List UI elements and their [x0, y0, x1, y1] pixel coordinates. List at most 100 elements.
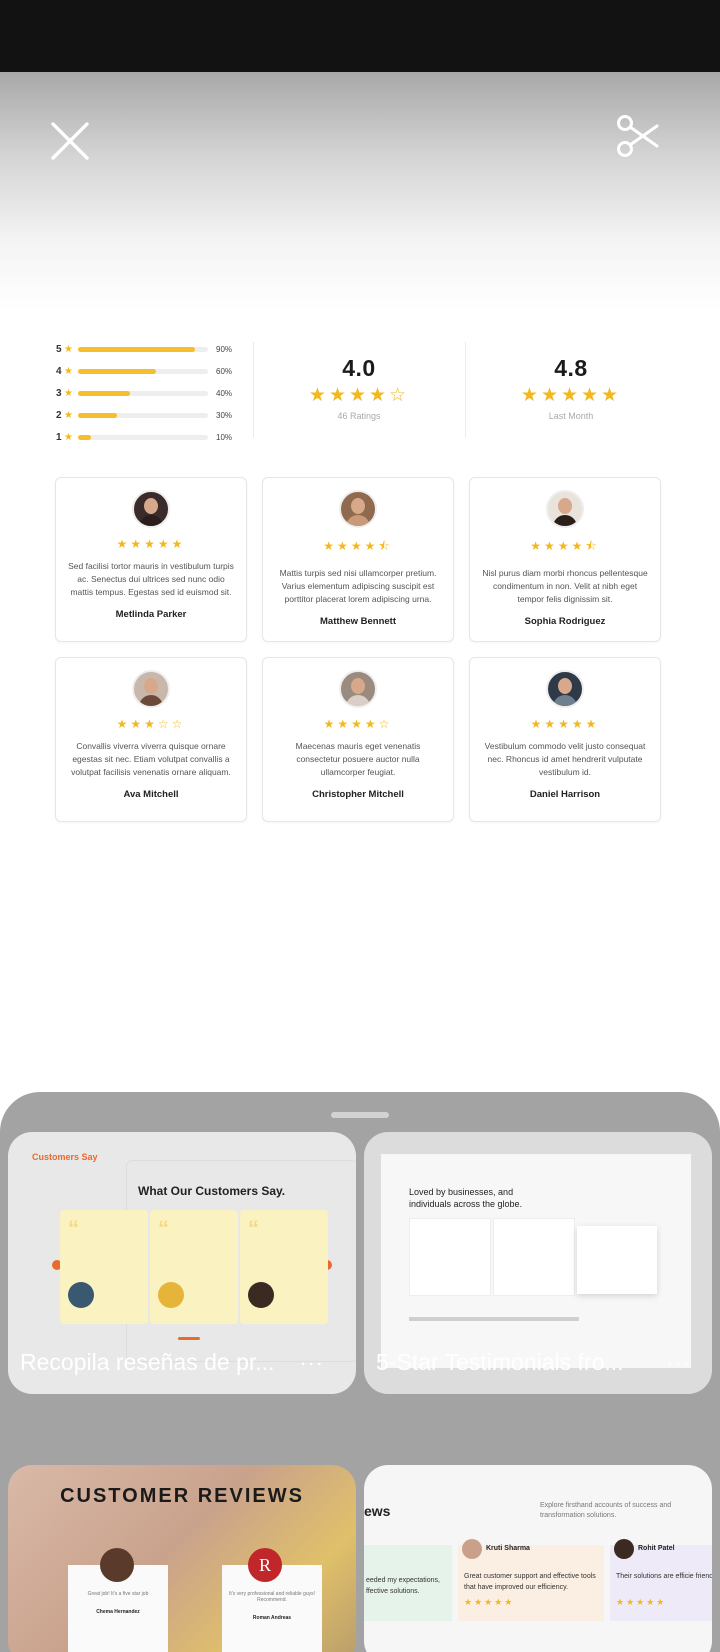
reviewer-name: Metlinda Parker — [115, 609, 187, 620]
thumbnail-heading: ews — [364, 1503, 391, 1519]
divider — [253, 342, 254, 438]
rating-bar-track — [78, 434, 208, 440]
rating-bar-track — [78, 346, 208, 352]
result-thumbnail[interactable]: ews Explore firsthand accounts of succes… — [364, 1465, 712, 1652]
thumbnail-quote: Great customer support and effective too… — [464, 1573, 596, 1591]
thumbnail-heading: Loved by businesses, and individuals acr… — [409, 1187, 523, 1209]
review-text: Mattis turpis sed nisi ullamcorper preti… — [279, 568, 437, 604]
reviewer-name: Matthew Bennett — [320, 616, 396, 627]
avatar — [339, 670, 377, 708]
review-text: Nisl purus diam morbi rhoncus pellentesq… — [482, 568, 648, 604]
more-options-button[interactable]: ... — [667, 1345, 691, 1371]
thumbnail-name: Roman Andreas — [252, 1615, 292, 1621]
overall-rating-caption: 46 Ratings — [337, 411, 381, 421]
rating-bar-fill — [78, 412, 117, 418]
review-card: ★★★★⯪ Nisl purus diam morbi rhoncus pelle… — [469, 477, 661, 642]
thumbnail-quote: Their solutions are efficie friendly, ma… — [616, 1573, 712, 1580]
rating-bar-star-count: 1 — [56, 431, 62, 443]
divider — [465, 342, 466, 438]
star-icon: ★ — [64, 387, 73, 399]
review-stars: ★★★☆☆ — [116, 717, 186, 731]
rating-bar-star-count: 4 — [56, 365, 62, 377]
result-title[interactable]: Recopila reseñas de pr... — [20, 1349, 290, 1376]
status-bar — [0, 0, 720, 72]
thumbnail-quote: eeded my expectations, ffective solution… — [364, 1545, 452, 1621]
thumbnail-card: “ — [60, 1210, 148, 1324]
avatar — [132, 670, 170, 708]
rating-bar-percent: 90% — [216, 344, 233, 354]
rating-bar-star-count: 5 — [56, 343, 62, 355]
thumbnail-card: Rohit Patel Their solutions are efficie … — [610, 1539, 712, 1621]
rating-bar-star-count: 2 — [56, 409, 62, 421]
rating-bar-row: 3 ★ 40% — [56, 382, 236, 404]
rating-bar-row: 1 ★ 10% — [56, 426, 236, 448]
rating-bar-row: 2 ★ 30% — [56, 404, 236, 426]
result-title[interactable]: 5-Star Testimonials fro... — [376, 1349, 646, 1376]
close-icon — [51, 122, 89, 160]
avatar — [132, 490, 170, 528]
review-stars: ★★★★★ — [116, 537, 186, 551]
rating-bar-fill — [78, 368, 156, 374]
review-card: ★★★☆☆ Convallis viverra viverra quisque o… — [55, 657, 247, 822]
crop-button[interactable] — [610, 108, 666, 164]
review-card: ★★★★☆ Maecenas mauris eget venenatis cons… — [262, 657, 454, 822]
thumbnail-kicker: Customers Say — [32, 1152, 98, 1162]
thumbnail-card: Kruti Sharma Great customer support and … — [458, 1539, 604, 1621]
review-text: Sed facilisi tortor mauris in vestibulum… — [68, 561, 234, 597]
avatar — [546, 490, 584, 528]
thumbnail-quote: Great job! It's a five star job — [87, 1591, 149, 1597]
last-month-rating-value: 4.8 — [554, 355, 588, 381]
rating-bar-track — [78, 390, 208, 396]
review-stars: ★★★★☆ — [323, 717, 393, 731]
avatar — [546, 670, 584, 708]
review-stars: ★★★★⯪ — [323, 539, 393, 553]
review-text: Convallis viverra viverra quisque ornare… — [71, 741, 231, 777]
rating-bar-star-count: 3 — [56, 387, 62, 399]
star-icon: ★ — [64, 431, 73, 443]
visual-search-sheet[interactable]: Customers Say What Our Customers Say. “ … — [0, 1092, 720, 1652]
rating-bar-percent: 30% — [216, 410, 233, 420]
overall-rating-stars: ★★★★☆ — [308, 385, 410, 406]
last-month-rating-stars: ★★★★★ — [520, 385, 622, 406]
scissors-icon — [617, 115, 659, 157]
thumbnail-stars: ★★★★★ — [464, 1597, 515, 1607]
thumbnail-intro: Explore firsthand accounts of success an… — [540, 1502, 672, 1519]
close-button[interactable] — [42, 113, 98, 169]
reviewer-name: Sophia Rodriguez — [524, 616, 606, 627]
sheet-drag-handle[interactable] — [331, 1112, 389, 1118]
rating-distribution: 5 ★ 90% 4 ★ 60% 3 ★ 40% 2 ★ 30% 1 ★ 10% — [56, 338, 236, 448]
thumbnail-quote: It's very professional and reliable guys… — [229, 1591, 315, 1603]
star-icon: ★ — [64, 365, 73, 377]
thumbnail-name: Chema Hernandez — [96, 1609, 140, 1615]
overall-rating: 4.0 ★★★★☆ 46 Ratings — [259, 355, 459, 421]
rating-bar-fill — [78, 346, 195, 352]
rating-bar-percent: 10% — [216, 432, 233, 442]
rating-bar-percent: 60% — [216, 366, 233, 376]
reviewer-name: Ava Mitchell — [123, 789, 179, 800]
rating-bar-fill — [78, 390, 130, 396]
thumbnail-stars: ★★★★★ — [616, 1597, 667, 1607]
reviewer-name: Christopher Mitchell — [312, 789, 404, 800]
reviewer-name: Daniel Harrison — [529, 789, 601, 800]
star-icon: ★ — [64, 409, 73, 421]
review-card: ★★★★★ Vestibulum commodo velit justo cons… — [469, 657, 661, 822]
rating-bar-track — [78, 368, 208, 374]
last-month-rating: 4.8 ★★★★★ Last Month — [471, 355, 671, 421]
star-icon: ★ — [64, 343, 73, 355]
thumbnail-heading: CUSTOMER REVIEWS — [60, 1485, 304, 1507]
review-text: Vestibulum commodo velit justo consequat… — [484, 741, 646, 777]
thumbnail-name: Kruti Sharma — [486, 1545, 530, 1552]
review-card: ★★★★★ Sed facilisi tortor mauris in vesti… — [55, 477, 247, 642]
thumbnail-card: “ — [150, 1210, 238, 1324]
review-text: Maecenas mauris eget venenatis consectet… — [295, 741, 421, 777]
thumbnail-name: Rohit Patel — [638, 1545, 675, 1552]
rating-bar-row: 4 ★ 60% — [56, 360, 236, 382]
result-thumbnail[interactable]: CUSTOMER REVIEWS Great job! It's a five … — [8, 1465, 356, 1652]
more-options-button[interactable]: ... — [300, 1345, 324, 1371]
rating-bar-track — [78, 412, 208, 418]
thumbnail-card: “ — [240, 1210, 328, 1324]
review-card: ★★★★⯪ Mattis turpis sed nisi ullamcorper … — [262, 477, 454, 642]
review-stars: ★★★★★ — [530, 717, 600, 731]
last-month-rating-caption: Last Month — [548, 411, 594, 421]
review-stars: ★★★★⯪ — [530, 539, 600, 553]
